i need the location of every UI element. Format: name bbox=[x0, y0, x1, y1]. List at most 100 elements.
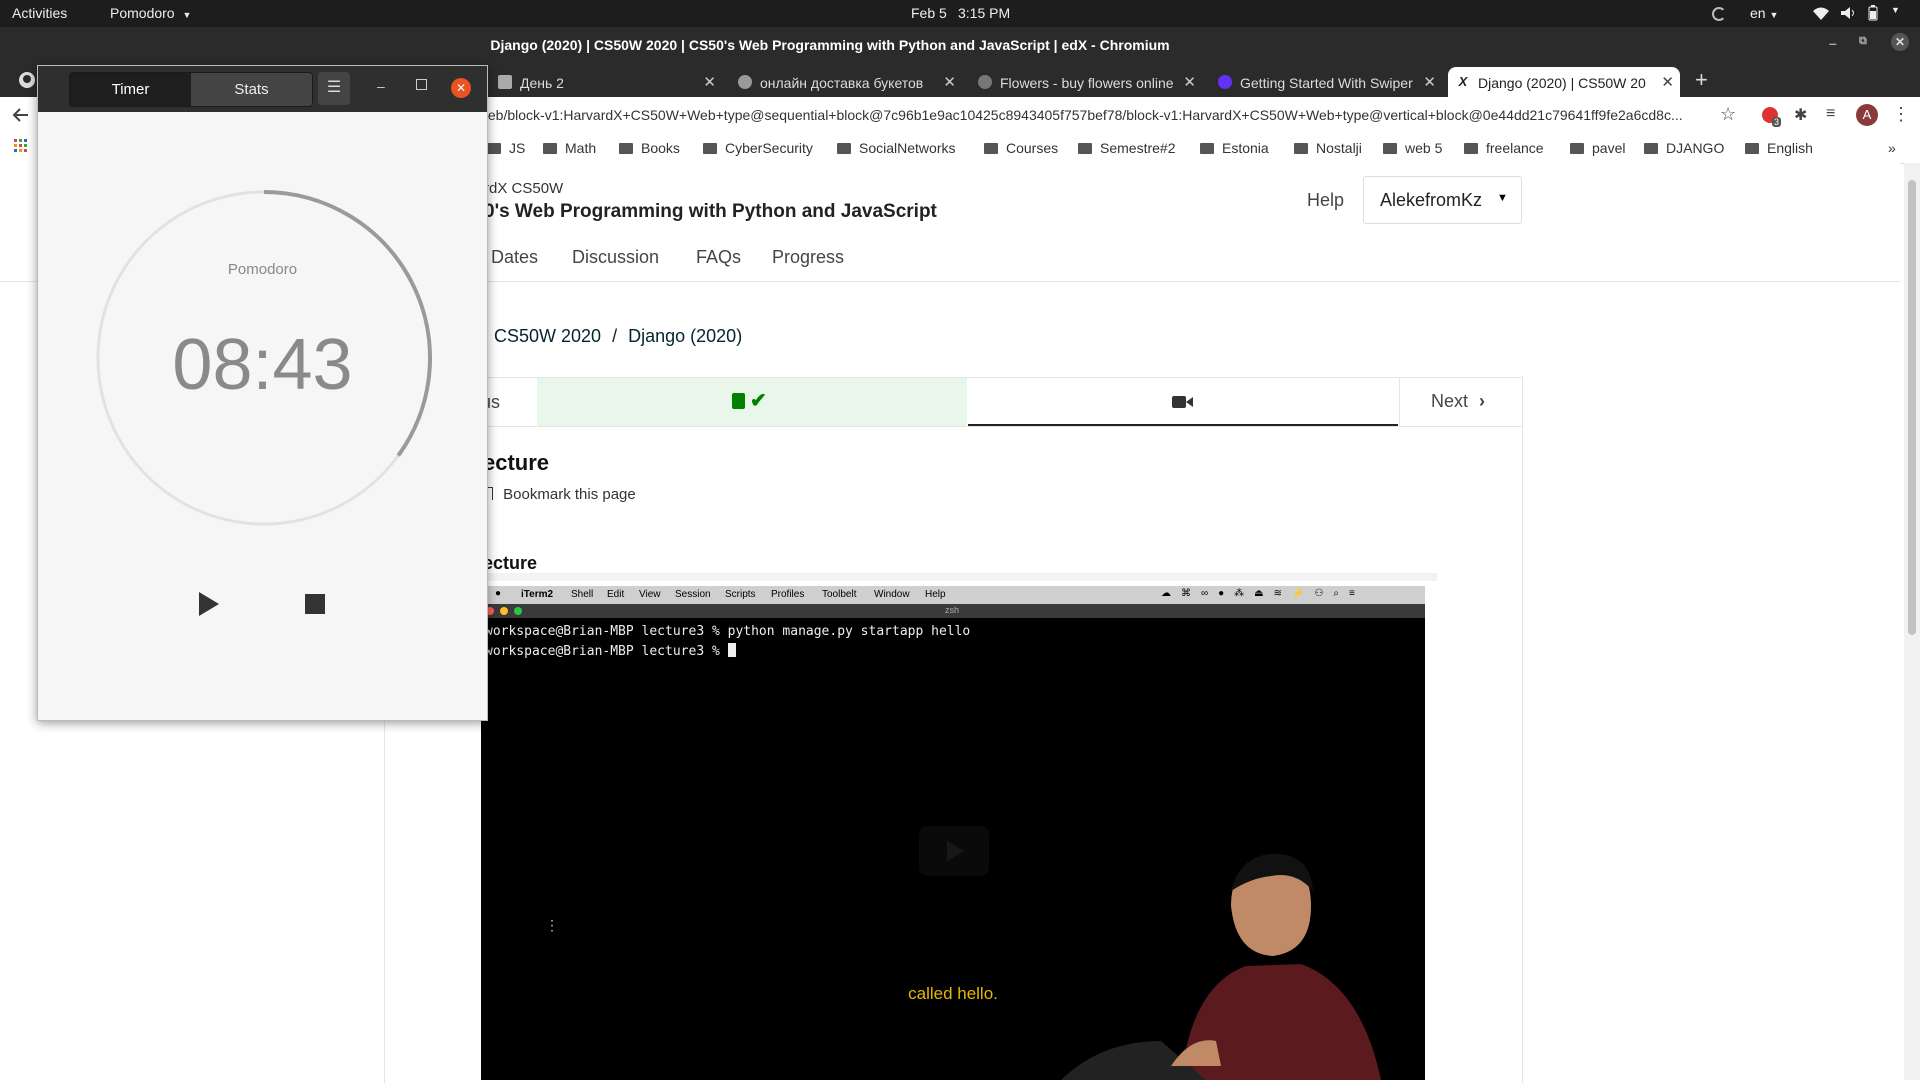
nav-dates[interactable]: Dates bbox=[491, 247, 538, 268]
system-top-bar: Activities Pomodoro ▼ Feb 5 3:15 PM en ▼… bbox=[0, 0, 1920, 27]
play-button[interactable] bbox=[197, 591, 221, 617]
play-overlay-button[interactable] bbox=[919, 826, 989, 876]
app-menu[interactable]: Pomodoro ▼ bbox=[110, 5, 220, 21]
video-frame-border bbox=[474, 573, 1437, 581]
bookmark-folder-semestre[interactable]: Semestre#2 bbox=[1078, 140, 1175, 156]
github-icon[interactable] bbox=[18, 71, 36, 89]
clock-date[interactable]: Feb 5 bbox=[911, 5, 947, 21]
media-queue-icon[interactable]: ≡ bbox=[1826, 105, 1835, 123]
timer-display: 08:43 bbox=[172, 325, 353, 405]
bookmark-folder-nostalji[interactable]: Nostalji bbox=[1294, 140, 1362, 156]
user-name: AlekefromKz bbox=[1380, 190, 1483, 210]
nav-progress[interactable]: Progress bbox=[772, 247, 844, 268]
close-button[interactable]: ✕ bbox=[451, 78, 471, 98]
folder-icon bbox=[487, 143, 501, 154]
breadcrumb-section-link[interactable]: Django (2020) bbox=[628, 326, 742, 346]
folder-icon bbox=[1078, 143, 1092, 154]
bookmark-folder-courses[interactable]: Courses bbox=[984, 140, 1058, 156]
bookmark-button[interactable]: Bookmark this page bbox=[483, 486, 636, 503]
bookmark-folder-web5[interactable]: web 5 bbox=[1383, 140, 1442, 156]
next-button[interactable]: Next › bbox=[1431, 391, 1485, 412]
bookmark-folder-js[interactable]: JS bbox=[487, 140, 525, 156]
activities-button[interactable]: Activities bbox=[12, 5, 67, 21]
video-mac-menubar: ● iTerm2 Shell Edit View Session Scripts… bbox=[481, 586, 1425, 604]
user-menu-button[interactable]: AlekefromKz ▼ bbox=[1363, 176, 1522, 224]
menu-iterm2: iTerm2 bbox=[521, 589, 554, 600]
chevron-down-icon: ▼ bbox=[182, 10, 192, 20]
battery-icon[interactable] bbox=[1868, 5, 1878, 21]
stop-button[interactable] bbox=[305, 594, 325, 614]
profile-avatar[interactable]: A bbox=[1856, 104, 1878, 126]
unit-tab-completed[interactable]: ✔ bbox=[537, 378, 967, 426]
kebab-menu-icon[interactable]: ⋮ bbox=[1892, 104, 1910, 125]
bookmark-folder-cybersecurity[interactable]: CyberSecurity bbox=[703, 140, 813, 156]
menu-profiles: Profiles bbox=[771, 589, 805, 600]
help-link[interactable]: Help bbox=[1307, 190, 1344, 211]
terminal-line-2: workspace@Brian-MBP lecture3 % bbox=[485, 643, 736, 659]
close-tab-icon[interactable]: ✕ bbox=[943, 73, 956, 91]
loading-indicator-icon bbox=[1712, 7, 1726, 21]
bookmark-folder-freelance[interactable]: freelance bbox=[1464, 140, 1544, 156]
close-tab-icon[interactable]: ✕ bbox=[703, 73, 716, 91]
timer-mode-label: Pomodoro bbox=[227, 261, 298, 278]
back-arrow-icon[interactable] bbox=[12, 107, 30, 123]
more-options-icon[interactable]: ⋮ bbox=[545, 917, 559, 934]
minimize-button[interactable]: – bbox=[1829, 35, 1837, 51]
bookmark-folder-socialnetworks[interactable]: SocialNetworks bbox=[837, 140, 955, 156]
hamburger-menu-icon[interactable]: ☰ bbox=[318, 72, 350, 105]
tab-timer[interactable]: Timer bbox=[70, 73, 191, 106]
address-bar[interactable]: /eb/block-v1:HarvardX+CS50W+Web+type@seq… bbox=[484, 107, 1710, 123]
close-tab-icon[interactable]: ✕ bbox=[1183, 73, 1196, 91]
tab-flower-delivery[interactable]: онлайн доставка букетов ✕ bbox=[730, 67, 962, 97]
close-tab-icon[interactable]: ✕ bbox=[1661, 73, 1674, 91]
apps-grid-icon[interactable] bbox=[14, 139, 28, 153]
tab-stats[interactable]: Stats bbox=[191, 73, 312, 106]
bookmark-label: Estonia bbox=[1222, 140, 1269, 156]
bookmark-label: Nostalji bbox=[1316, 140, 1362, 156]
bookmark-label: Semestre#2 bbox=[1100, 140, 1176, 156]
bookmark-label: freelance bbox=[1486, 140, 1544, 156]
chevron-right-icon: › bbox=[1479, 391, 1486, 411]
minimize-button[interactable]: – bbox=[377, 78, 385, 94]
chevron-down-icon[interactable]: ▼ bbox=[1891, 5, 1900, 15]
tab-django-active[interactable]: X Django (2020) | CS50W 2020 ✕ bbox=[1448, 67, 1680, 97]
volume-icon[interactable] bbox=[1840, 6, 1856, 20]
sequence-navigation: us ✔ Next › bbox=[481, 377, 1523, 427]
bookmark-label: Bookmark this page bbox=[503, 486, 636, 503]
puzzle-extensions-icon[interactable]: ✱ bbox=[1794, 105, 1807, 125]
video-player[interactable]: ● iTerm2 Shell Edit View Session Scripts… bbox=[481, 586, 1425, 1080]
close-tab-icon[interactable]: ✕ bbox=[1423, 73, 1436, 91]
bookmark-folder-books[interactable]: Books bbox=[619, 140, 680, 156]
wifi-icon[interactable] bbox=[1812, 6, 1830, 20]
breadcrumb-course-link[interactable]: CS50W 2020 bbox=[494, 326, 601, 346]
star-bookmark-icon[interactable]: ☆ bbox=[1720, 104, 1736, 125]
new-tab-button[interactable]: + bbox=[1695, 67, 1708, 93]
traffic-zoom-icon bbox=[514, 607, 522, 615]
bookmark-folder-django[interactable]: DJANGO bbox=[1644, 140, 1724, 156]
close-window-button[interactable]: ✕ bbox=[1891, 33, 1909, 51]
page-scrollbar-thumb[interactable] bbox=[1908, 180, 1916, 635]
app-menu-label: Pomodoro bbox=[110, 5, 175, 21]
bookmark-folder-pavel[interactable]: pavel bbox=[1570, 140, 1625, 156]
terminal-tab-title: zsh bbox=[945, 605, 960, 615]
more-bookmarks-icon[interactable]: » bbox=[1888, 140, 1896, 156]
tab-swiper[interactable]: Getting Started With Swiper ✕ bbox=[1210, 67, 1442, 97]
language-indicator[interactable]: en ▼ bbox=[1750, 5, 1778, 21]
clock-time[interactable]: 3:15 PM bbox=[958, 5, 1010, 21]
checkmark-icon: ✔ bbox=[750, 390, 767, 412]
breadcrumb: CS50W 2020 / Django (2020) bbox=[494, 326, 742, 347]
bookmark-folder-math[interactable]: Math bbox=[543, 140, 596, 156]
maximize-button[interactable] bbox=[416, 79, 427, 90]
bookmark-folder-english[interactable]: English bbox=[1745, 140, 1813, 156]
unit-tab-video-active[interactable] bbox=[968, 378, 1398, 426]
nav-discussion[interactable]: Discussion bbox=[572, 247, 659, 268]
tab-flowers-buy[interactable]: Flowers - buy flowers online ✕ bbox=[970, 67, 1202, 97]
swiper-icon bbox=[1218, 75, 1232, 89]
bookmark-label: Courses bbox=[1006, 140, 1059, 156]
menu-toolbelt: Toolbelt bbox=[822, 589, 857, 600]
nav-faqs[interactable]: FAQs bbox=[696, 247, 741, 268]
next-label: Next bbox=[1431, 391, 1469, 411]
restore-button[interactable]: ⧉ bbox=[1859, 35, 1867, 48]
tab-den-2[interactable]: День 2 ✕ bbox=[490, 67, 722, 97]
bookmark-folder-estonia[interactable]: Estonia bbox=[1200, 140, 1269, 156]
